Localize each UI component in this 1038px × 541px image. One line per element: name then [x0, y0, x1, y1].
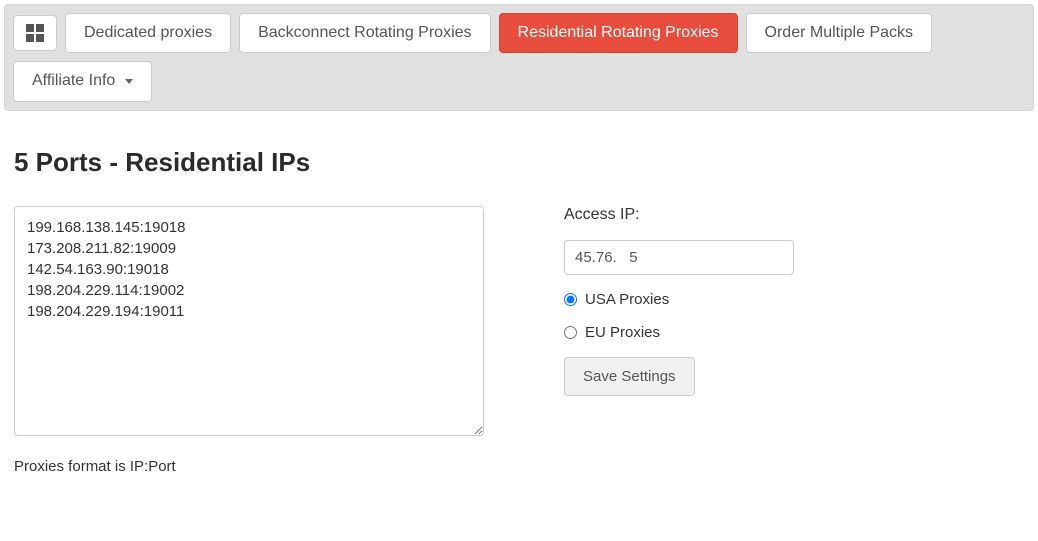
nav-backconnect-rotating[interactable]: Backconnect Rotating Proxies: [239, 13, 490, 53]
nav-dedicated-proxies[interactable]: Dedicated proxies: [65, 13, 231, 53]
access-ip-label: Access IP:: [564, 206, 794, 224]
access-ip-input[interactable]: [564, 240, 794, 275]
chevron-down-icon: [125, 79, 133, 84]
dashboard-icon: [26, 24, 44, 42]
radio-eu-proxies[interactable]: EU Proxies: [564, 324, 794, 341]
radio-usa-input[interactable]: [564, 293, 577, 306]
nav-order-multiple[interactable]: Order Multiple Packs: [746, 13, 933, 53]
dashboard-button[interactable]: [13, 15, 57, 51]
proxies-column: Proxies format is IP:Port: [14, 206, 484, 475]
settings-column: Access IP: USA Proxies EU Proxies Save S…: [564, 206, 794, 396]
radio-usa-proxies[interactable]: USA Proxies: [564, 291, 794, 308]
top-nav: Dedicated proxies Backconnect Rotating P…: [4, 4, 1034, 111]
radio-usa-label: USA Proxies: [585, 291, 669, 308]
proxies-textarea[interactable]: [14, 206, 484, 436]
nav-residential-rotating[interactable]: Residential Rotating Proxies: [499, 13, 738, 53]
radio-eu-label: EU Proxies: [585, 324, 660, 341]
affiliate-label: Affiliate Info: [32, 70, 115, 92]
content-area: Proxies format is IP:Port Access IP: USA…: [0, 206, 1038, 475]
page-title: 5 Ports - Residential IPs: [14, 147, 1038, 178]
proxies-format-note: Proxies format is IP:Port: [14, 458, 484, 475]
save-settings-button[interactable]: Save Settings: [564, 357, 695, 396]
radio-eu-input[interactable]: [564, 326, 577, 339]
nav-affiliate-info[interactable]: Affiliate Info: [13, 61, 152, 101]
